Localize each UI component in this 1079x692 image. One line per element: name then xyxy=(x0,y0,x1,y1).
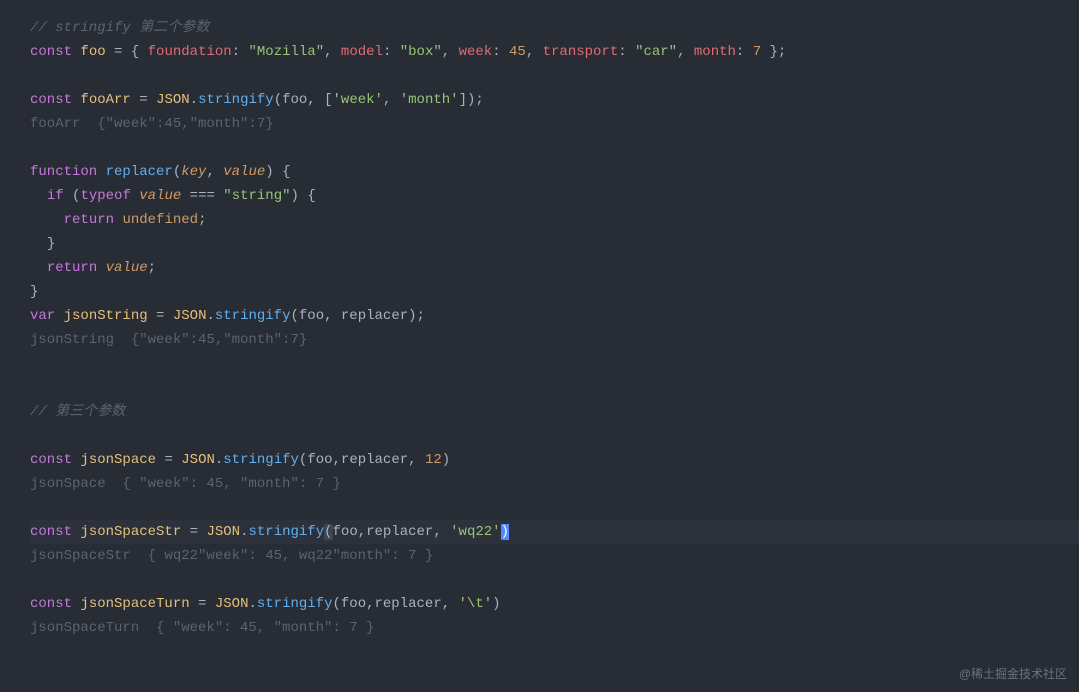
code-line: if (typeof value === "string") { xyxy=(30,184,1079,208)
code-line: const jsonSpaceTurn = JSON.stringify(foo… xyxy=(30,592,1079,616)
blank-line xyxy=(30,64,1079,88)
code-line: const foo = { foundation: "Mozilla", mod… xyxy=(30,40,1079,64)
cursor-bracket: ) xyxy=(501,524,509,540)
blank-line xyxy=(30,496,1079,520)
code-line: return value; xyxy=(30,256,1079,280)
code-line: const jsonSpace = JSON.stringify(foo,rep… xyxy=(30,448,1079,472)
code-line: } xyxy=(30,280,1079,304)
result-line: jsonSpaceStr { wq22"week": 45, wq22"mont… xyxy=(30,544,1079,568)
watermark: @稀土掘金技术社区 xyxy=(959,662,1067,686)
code-line: // 第三个参数 xyxy=(30,400,1079,424)
result-line: jsonString {"week":45,"month":7} xyxy=(30,328,1079,352)
code-line: // stringify 第二个参数 xyxy=(30,16,1079,40)
blank-line xyxy=(30,352,1079,376)
code-editor[interactable]: // stringify 第二个参数 const foo = { foundat… xyxy=(30,16,1079,640)
blank-line xyxy=(30,424,1079,448)
keyword: const xyxy=(30,44,72,60)
code-line-current: const jsonSpaceStr = JSON.stringify(foo,… xyxy=(30,520,1079,544)
code-line: const fooArr = JSON.stringify(foo, ['wee… xyxy=(30,88,1079,112)
blank-line xyxy=(30,136,1079,160)
result-line: fooArr {"week":45,"month":7} xyxy=(30,112,1079,136)
code-line: function replacer(key, value) { xyxy=(30,160,1079,184)
code-line: } xyxy=(30,232,1079,256)
result-line: jsonSpace { "week": 45, "month": 7 } xyxy=(30,472,1079,496)
code-line: return undefined; xyxy=(30,208,1079,232)
code-line: var jsonString = JSON.stringify(foo, rep… xyxy=(30,304,1079,328)
blank-line xyxy=(30,568,1079,592)
blank-line xyxy=(30,376,1079,400)
comment: // 第三个参数 xyxy=(30,404,125,420)
result-line: jsonSpaceTurn { "week": 45, "month": 7 } xyxy=(30,616,1079,640)
comment: // stringify 第二个参数 xyxy=(30,20,209,36)
bracket-match: ( xyxy=(324,524,332,540)
identifier: foo xyxy=(80,44,105,60)
